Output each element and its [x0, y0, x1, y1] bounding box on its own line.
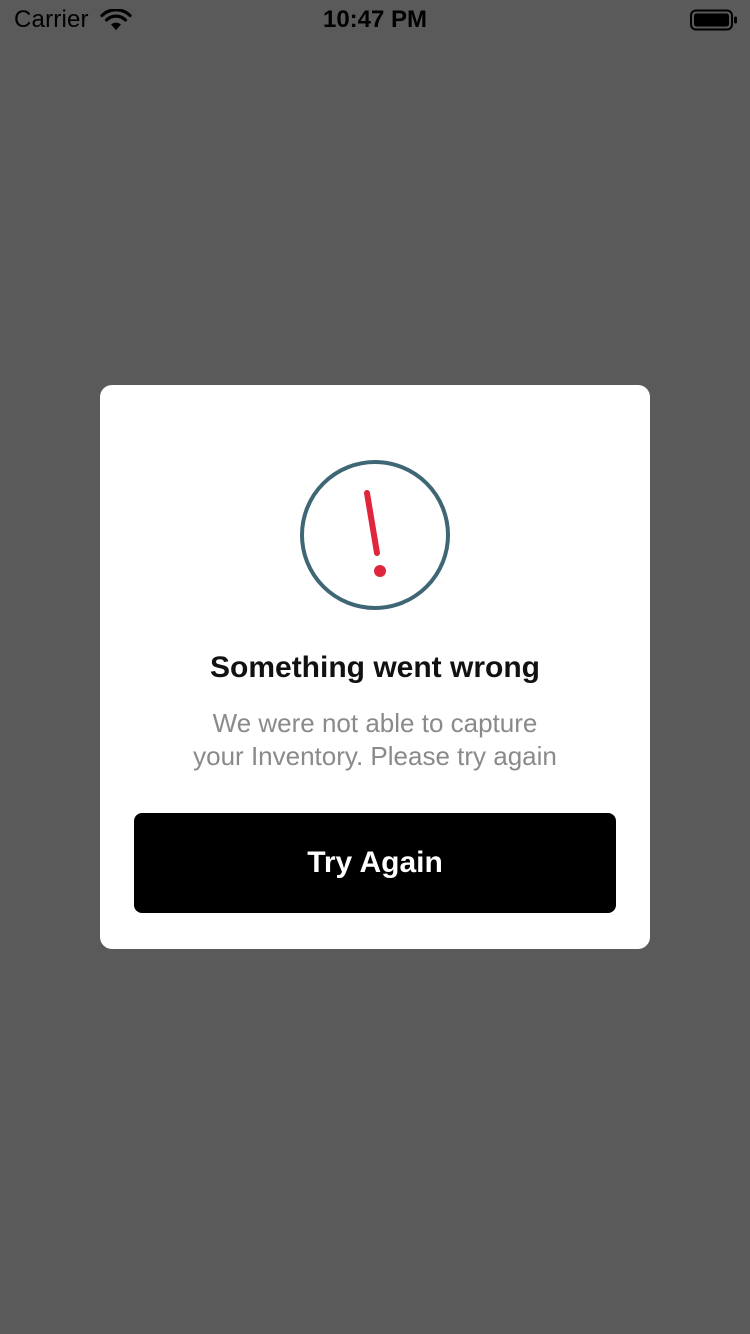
status-time: 10:47 PM: [322, 6, 428, 33]
battery-icon: [690, 9, 737, 31]
dialog-message-line-1: We were not able to capture: [212, 708, 538, 738]
status-bar: Carrier 10:47 PM: [0, 0, 750, 40]
alert-exclamation-icon: [300, 460, 450, 610]
dialog-message-line-2: your Inventory. Please try again: [193, 741, 557, 771]
dialog-message: We were not able to capture your Invento…: [160, 707, 590, 773]
error-dialog: Something went wrong We were not able to…: [100, 385, 650, 949]
try-again-button[interactable]: Try Again: [134, 813, 616, 913]
dialog-title: Something went wrong: [210, 651, 540, 684]
